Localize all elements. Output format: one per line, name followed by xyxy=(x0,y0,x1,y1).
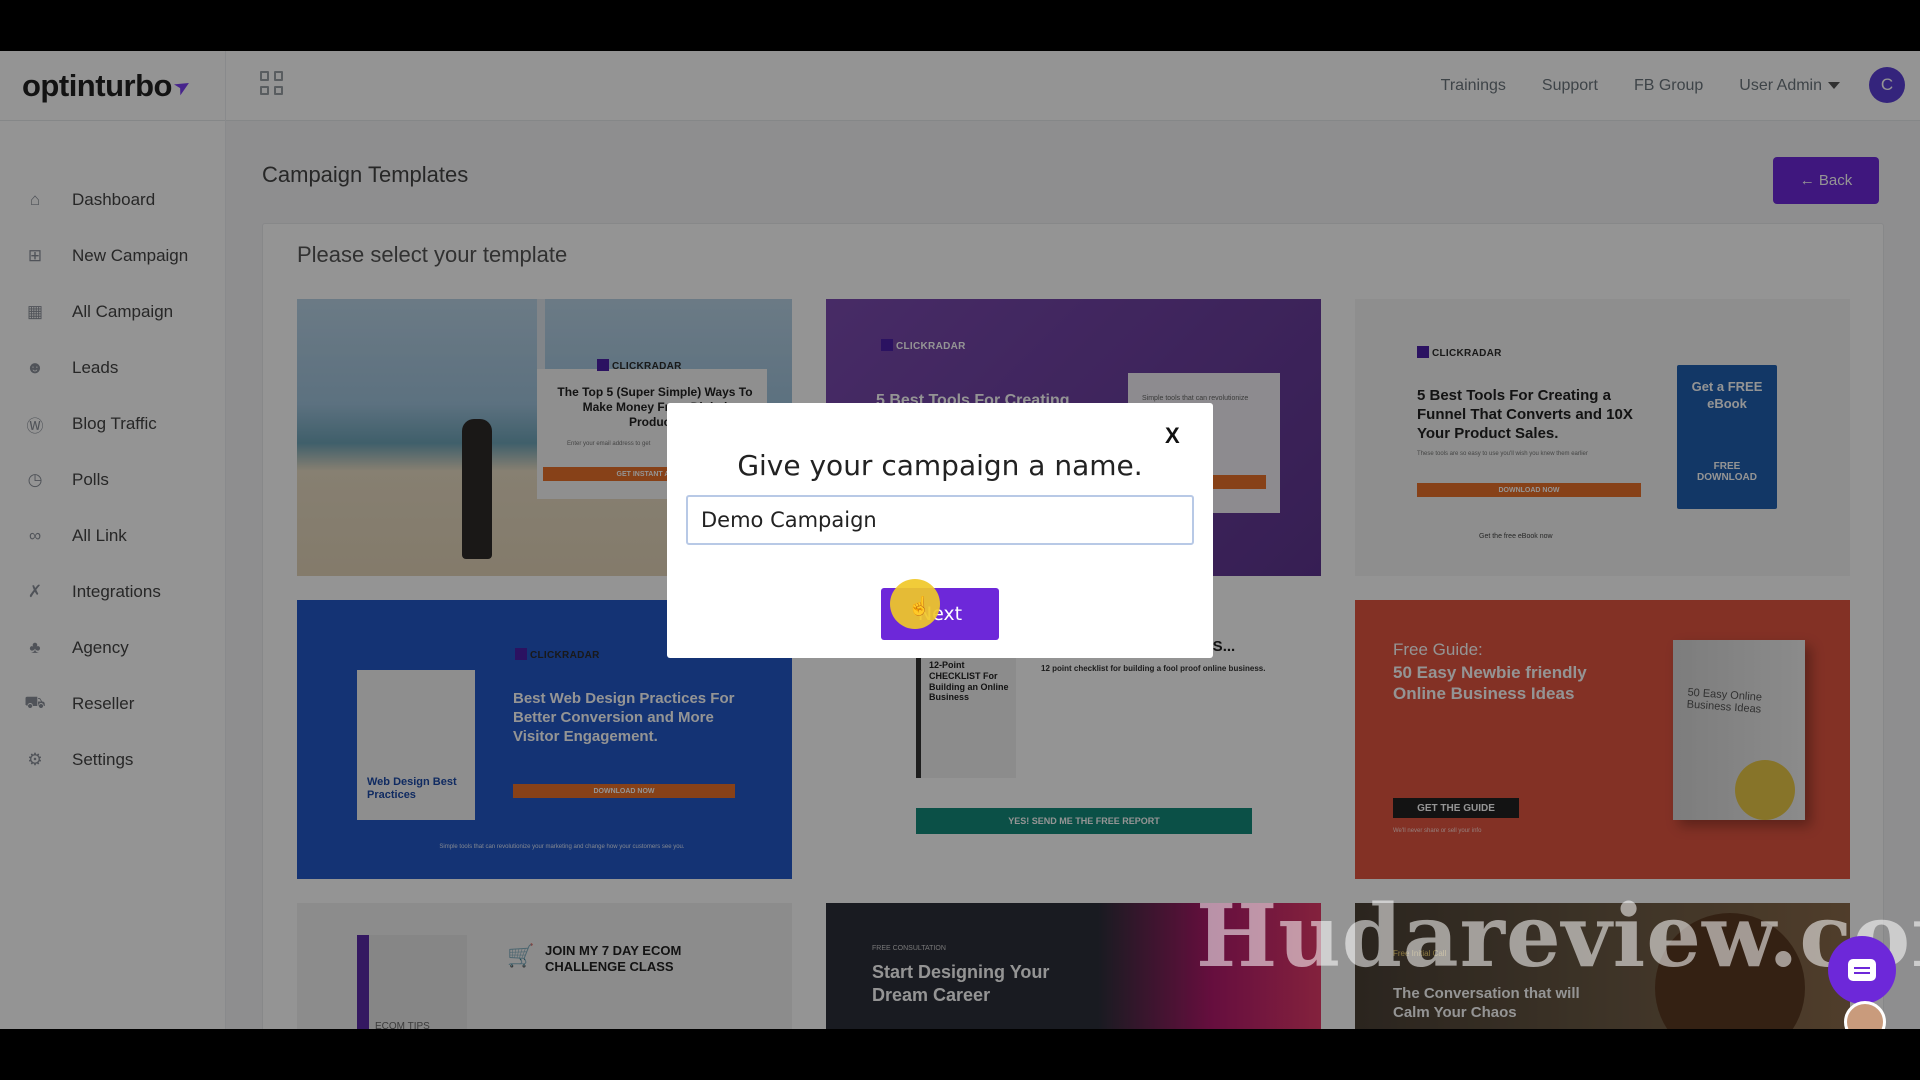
letterbox-bottom xyxy=(0,1029,1920,1080)
campaign-name-modal: X Give your campaign a name. Next ☝ xyxy=(667,403,1213,658)
chat-icon xyxy=(1848,959,1876,981)
campaign-name-input[interactable] xyxy=(686,495,1194,545)
app-window: optinturbo ➤ Trainings Support FB Group … xyxy=(0,51,1920,1029)
chat-button[interactable] xyxy=(1828,936,1896,1004)
close-button[interactable]: X xyxy=(1165,423,1180,449)
letterbox-top xyxy=(0,0,1920,51)
watermark: Hudareview.com xyxy=(1196,886,1920,987)
hand-cursor-icon: ☝ xyxy=(908,596,931,616)
modal-title: Give your campaign a name. xyxy=(737,449,1143,482)
